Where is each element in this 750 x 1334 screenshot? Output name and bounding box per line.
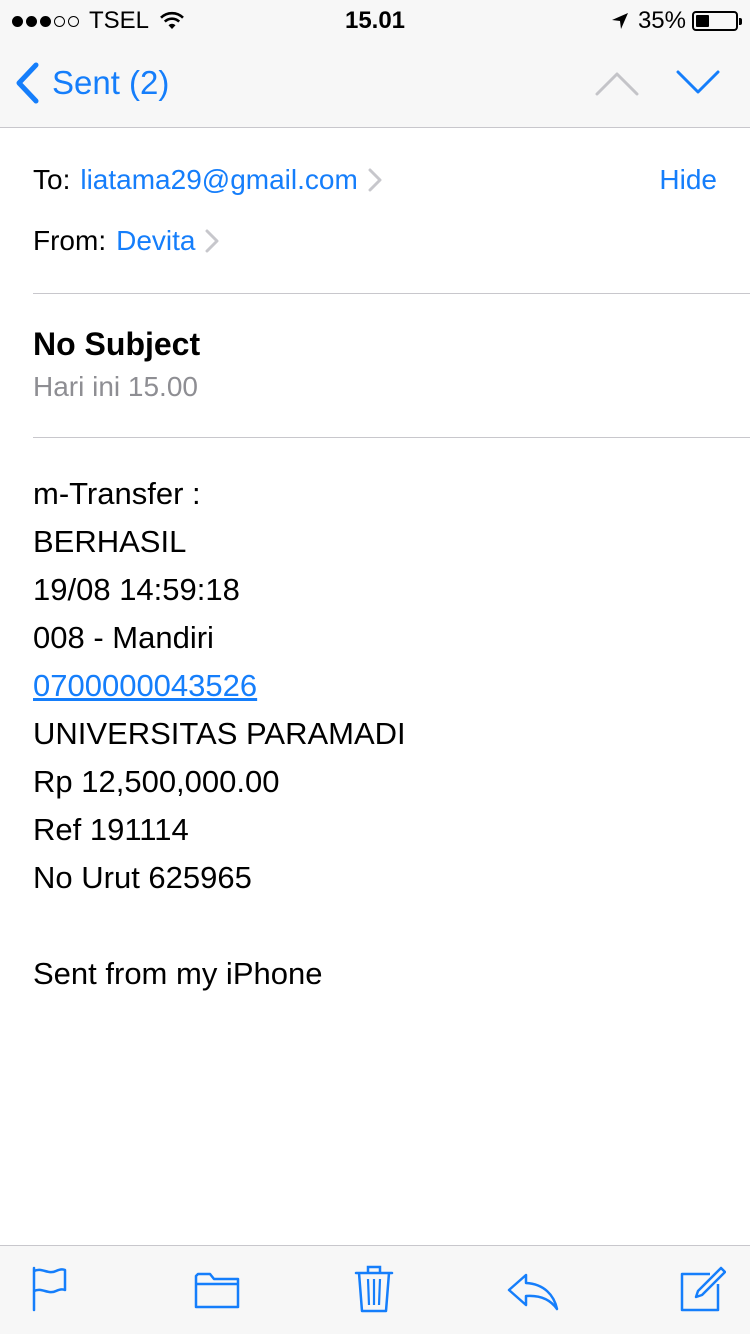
battery-icon <box>692 11 742 31</box>
to-row: To: liatama29@gmail.com Hide <box>33 164 717 196</box>
subject-divider <box>33 437 750 438</box>
body-line: 008 - Mandiri <box>33 620 214 655</box>
signature: Sent from my iPhone <box>33 956 323 991</box>
battery-percent: 35% <box>637 7 686 34</box>
chevron-up-icon <box>595 72 639 96</box>
chevron-right-icon <box>205 229 219 253</box>
body-line: Rp 12,500,000.00 <box>33 764 280 799</box>
body-line: UNIVERSITAS PARAMADI <box>33 716 406 751</box>
status-right: 35% <box>610 7 742 35</box>
navigation-bar: Sent (2) <box>0 40 750 128</box>
move-to-folder-button[interactable] <box>194 1270 240 1315</box>
compose-icon <box>680 1266 727 1312</box>
flag-button[interactable] <box>30 1266 70 1317</box>
from-sender[interactable]: Devita <box>116 225 195 257</box>
trash-icon <box>354 1265 394 1313</box>
reply-icon <box>507 1273 559 1311</box>
status-bar: TSEL 15.01 35% <box>0 0 750 40</box>
back-button[interactable]: Sent (2) <box>14 62 169 104</box>
from-row: From: Devita <box>33 225 219 257</box>
message-date: Hari ini 15.00 <box>33 371 198 402</box>
header-divider <box>33 293 750 294</box>
to-recipient[interactable]: liatama29@gmail.com <box>80 164 357 196</box>
bottom-toolbar <box>0 1245 750 1334</box>
next-message-button[interactable] <box>676 68 720 103</box>
account-number-link[interactable]: 0700000043526 <box>33 668 257 703</box>
chevron-right-icon <box>368 168 382 192</box>
folder-icon <box>194 1272 240 1309</box>
flag-icon <box>32 1266 67 1312</box>
from-label: From: <box>33 225 107 256</box>
location-arrow-icon <box>611 13 628 29</box>
message-subject: No Subject <box>33 326 201 362</box>
compose-button[interactable] <box>680 1266 727 1317</box>
body-line: m-Transfer : <box>33 476 201 511</box>
to-label: To: <box>33 164 71 195</box>
body-line: No Urut 625965 <box>33 860 252 895</box>
back-button-label: Sent (2) <box>52 64 170 101</box>
chevron-down-icon <box>676 70 720 94</box>
chevron-left-icon <box>16 62 39 104</box>
body-line: BERHASIL <box>33 524 187 559</box>
previous-message-button[interactable] <box>595 68 639 103</box>
message-body: m-Transfer : BERHASIL 19/08 14:59:18 008… <box>33 470 406 998</box>
hide-button[interactable]: Hide <box>659 164 717 196</box>
body-line: Ref 191114 <box>33 812 189 847</box>
body-line: 19/08 14:59:18 <box>33 572 240 607</box>
reply-button[interactable] <box>506 1272 560 1317</box>
delete-button[interactable] <box>354 1264 394 1319</box>
